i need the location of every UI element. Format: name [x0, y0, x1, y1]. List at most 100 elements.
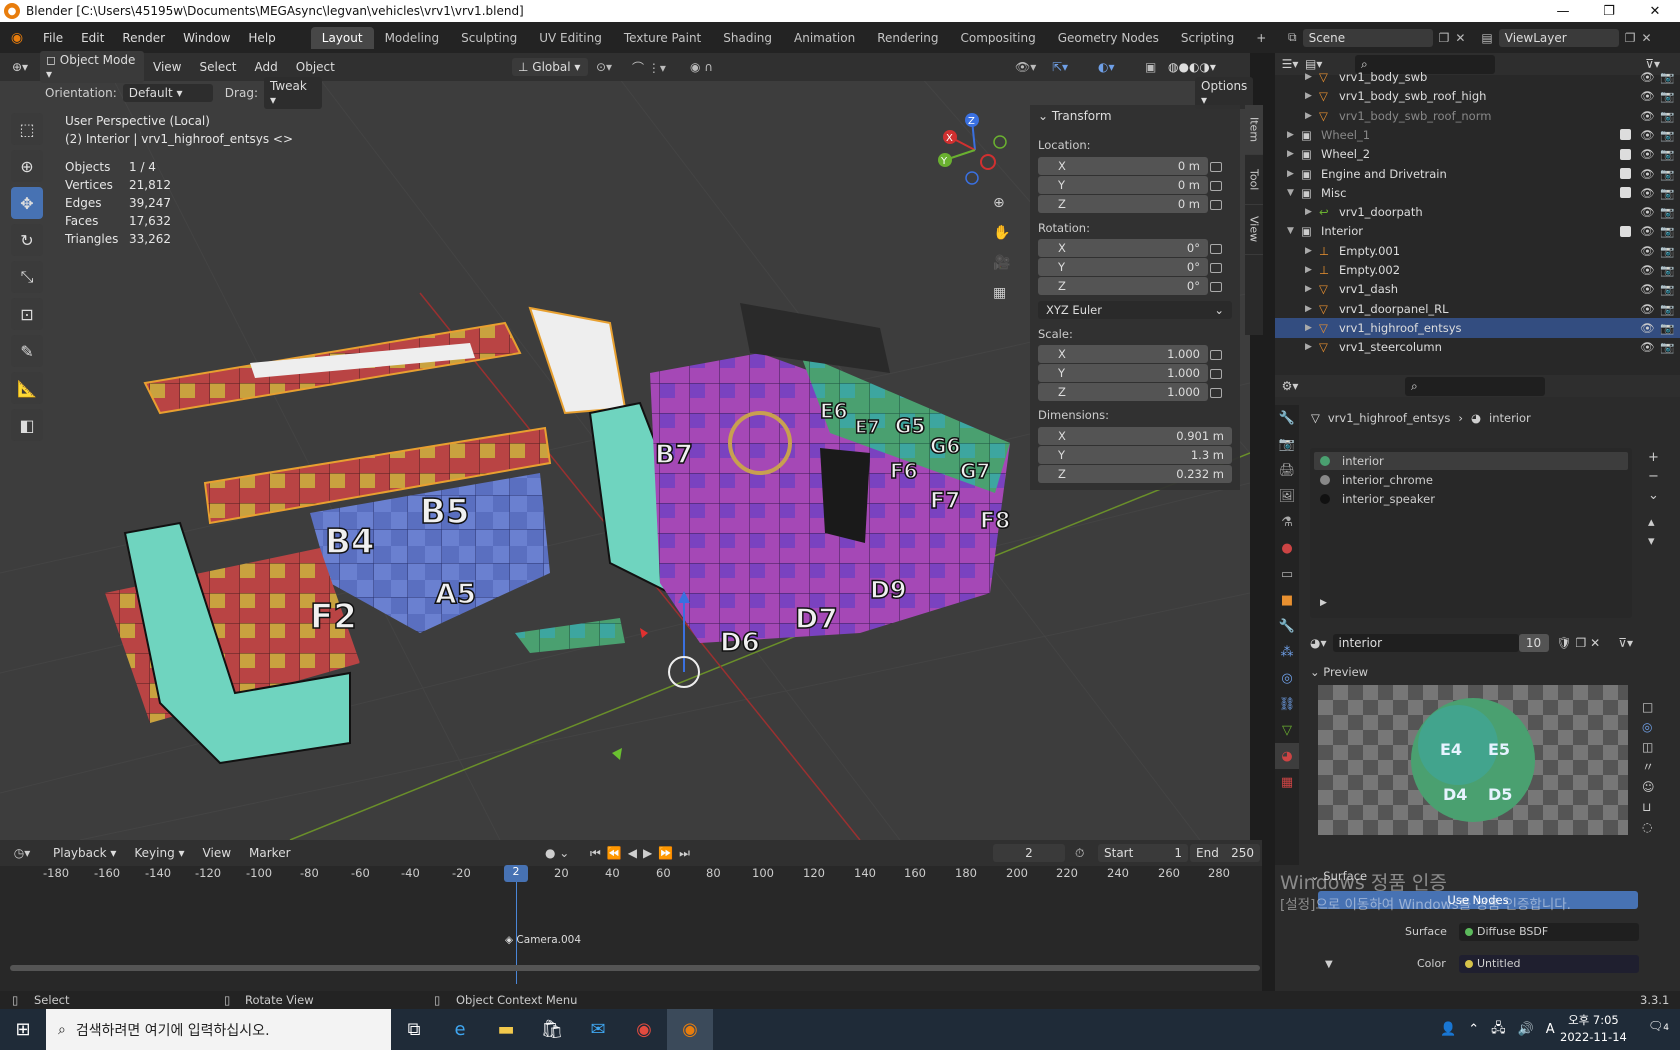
record-icon[interactable]: ● ⌄	[545, 846, 569, 860]
proportional-edit-icon[interactable]: ◉ ∩	[690, 60, 713, 74]
snap-icon[interactable]: ⌒ ⋮▾	[632, 59, 666, 76]
outliner-row[interactable]: ▶ ▣ Wheel_1 👁 📷	[1275, 125, 1680, 145]
collapse-icon[interactable]: ▼	[1325, 959, 1333, 970]
lock-icon[interactable]	[1210, 244, 1222, 254]
outliner-row[interactable]: ▶ ⊥ Empty.001 👁 📷	[1275, 241, 1680, 261]
taskbar-search-input[interactable]: ⌕ 검색하려면 여기에 입력하십시오.	[46, 1009, 391, 1050]
material-tab-icon[interactable]: ◕	[1275, 743, 1299, 769]
eye-icon[interactable]: 👁	[1640, 109, 1655, 123]
navigation-gizmo[interactable]: Z X Y ⊕ ✋ 🎥 ▦	[930, 110, 1030, 300]
collection-tab-icon[interactable]: ▭	[1275, 561, 1299, 587]
preview-fluid-icon[interactable]: ◌	[1642, 817, 1655, 837]
material-browse-icon[interactable]: ◕▾	[1310, 636, 1327, 650]
chrome-icon[interactable]: ◉	[621, 1009, 667, 1050]
move-down-icon[interactable]: ▾	[1648, 532, 1659, 551]
camera-icon[interactable]: 📷	[1660, 89, 1674, 103]
slot-specials-icon[interactable]: ⌄	[1648, 486, 1659, 505]
preview-panel-header[interactable]: ⌄ Preview	[1310, 665, 1680, 679]
add-cube-tool-icon[interactable]: ◧	[11, 409, 43, 441]
material-slot[interactable]: interior_chrome	[1342, 473, 1433, 487]
minimize-button[interactable]: —	[1540, 0, 1586, 22]
visibility-icon[interactable]: 👁▾	[1015, 60, 1036, 74]
chevron-down-icon[interactable]: ▼	[1287, 188, 1301, 198]
preview-cloth-icon[interactable]: ⊔	[1642, 797, 1655, 817]
dimensions-x-field[interactable]: X 0.901 m	[1038, 427, 1232, 445]
surface-shader-field[interactable]: Diffuse BSDF	[1459, 923, 1639, 941]
file-explorer-icon[interactable]: ▬	[483, 1009, 529, 1050]
outliner-row[interactable]: ▶ ▽ vrv1_dash 👁 📷	[1275, 279, 1680, 299]
camera-icon[interactable]: 📷	[1660, 186, 1674, 200]
lock-icon[interactable]	[1210, 282, 1222, 292]
data-tab-icon[interactable]: ▽	[1275, 717, 1299, 743]
outliner-row[interactable]: ▶ ▣ Engine and Drivetrain 👁 📷	[1275, 164, 1680, 184]
outliner-row[interactable]: ▶ ▽ vrv1_steercolumn 👁 📷	[1275, 337, 1680, 357]
scene-copy-icon[interactable]: ❐	[1439, 31, 1450, 45]
preview-monkey-icon[interactable]: ☺	[1642, 777, 1655, 797]
eye-icon[interactable]: 👁	[1640, 70, 1655, 84]
transform-header[interactable]: ⌄ Transform	[1038, 109, 1112, 123]
outliner-row[interactable]: ▶ ⊥ Empty.002 👁 📷	[1275, 260, 1680, 280]
tab-scripting[interactable]: Scripting	[1170, 27, 1245, 49]
annotate-tool-icon[interactable]: ✎	[11, 335, 43, 367]
checkbox-icon[interactable]	[1620, 187, 1631, 199]
camera-icon[interactable]: 📷	[1660, 109, 1674, 123]
scale-y-field[interactable]: Y 1.000	[1038, 364, 1208, 382]
tab-rendering[interactable]: Rendering	[866, 27, 949, 49]
current-frame-field[interactable]: 2	[993, 844, 1065, 862]
location-x-field[interactable]: X 0 m	[1038, 157, 1208, 175]
camera-icon[interactable]: 📷	[1660, 205, 1674, 219]
timeline-editor-icon[interactable]: ◷▾	[0, 846, 44, 860]
move-tool-icon[interactable]: ✥	[11, 187, 43, 219]
viewlayer-icon[interactable]: ▤	[1481, 31, 1492, 45]
checkbox-icon[interactable]	[1620, 148, 1631, 160]
eye-icon[interactable]: 👁	[1640, 205, 1655, 219]
particles-tab-icon[interactable]: ⁂	[1275, 639, 1299, 665]
volume-icon[interactable]: 🔊	[1518, 1022, 1534, 1037]
cursor-tool-icon[interactable]: ⊕	[11, 150, 43, 182]
lock-icon[interactable]	[1210, 369, 1222, 379]
tab-item[interactable]: Item	[1245, 105, 1263, 155]
dimensions-y-field[interactable]: Y 1.3 m	[1038, 446, 1232, 464]
orientation-selector[interactable]: Default ▾	[122, 84, 213, 102]
chevron-right-icon[interactable]: ▶	[1305, 72, 1319, 82]
edge-icon[interactable]: e	[437, 1009, 483, 1050]
select-box-tool-icon[interactable]: ⬚	[11, 113, 43, 145]
notification-icon[interactable]: 🗨4	[1648, 1019, 1669, 1033]
viewlayer-copy-icon[interactable]: ❐	[1625, 31, 1636, 45]
outliner-row[interactable]: ▶ ▽ vrv1_body_swb_roof_high 👁 📷	[1275, 86, 1680, 106]
camera-icon[interactable]: 📷	[1660, 282, 1674, 296]
timeline-scrollbar[interactable]	[10, 965, 1260, 971]
camera-icon[interactable]: 📷	[1660, 263, 1674, 277]
chevron-right-icon[interactable]: ▶	[1305, 265, 1319, 275]
outliner[interactable]: ☰▾ ▤▾ ⌕ ⊽▾ ▶ ▽ vrv1_body_swb 👁 📷 ▶ ▽ vrv1_body_…	[1275, 53, 1680, 375]
eye-icon[interactable]: 👁	[1640, 340, 1655, 354]
chevron-right-icon[interactable]: ▶	[1305, 342, 1319, 352]
camera-icon[interactable]: 📷	[1660, 302, 1674, 316]
location-z-field[interactable]: Z 0 m	[1038, 195, 1208, 213]
tab-animation[interactable]: Animation	[783, 27, 866, 49]
menu-render[interactable]: Render	[113, 31, 174, 45]
outliner-row[interactable]: ▼ ▣ Misc 👁 📷	[1275, 183, 1680, 203]
mail-icon[interactable]: ✉	[575, 1009, 621, 1050]
timeline-menu-keying[interactable]: Keying ▾	[125, 846, 193, 860]
timeline-menu-view[interactable]: View	[194, 846, 240, 860]
menu-edit[interactable]: Edit	[72, 31, 113, 45]
scene-tab-icon[interactable]: ⚗	[1275, 509, 1299, 535]
tab-compositing[interactable]: Compositing	[949, 27, 1046, 49]
outliner-row[interactable]: ▶ ↩ vrv1_doorpath 👁 📷	[1275, 202, 1680, 222]
camera-icon[interactable]: 📷	[1660, 244, 1674, 258]
task-view-icon[interactable]: ⧉	[391, 1009, 437, 1050]
output-tab-icon[interactable]: 🖨	[1275, 457, 1299, 483]
scale-x-field[interactable]: X 1.000	[1038, 345, 1208, 363]
network-icon[interactable]: 🖧	[1491, 1019, 1506, 1041]
preview-hair-icon[interactable]: 〃	[1642, 757, 1655, 777]
rotation-y-field[interactable]: Y 0°	[1038, 258, 1208, 276]
tab-texture-paint[interactable]: Texture Paint	[613, 27, 712, 49]
tab-tool[interactable]: Tool	[1245, 155, 1263, 205]
camera-icon[interactable]: 📷	[1660, 321, 1674, 335]
rotation-mode-selector[interactable]: XYZ Euler ⌄	[1038, 301, 1232, 319]
eye-icon[interactable]: 👁	[1640, 244, 1655, 258]
material-slot[interactable]: interior_speaker	[1342, 492, 1435, 506]
scene-selector[interactable]: Scene	[1302, 28, 1433, 47]
eye-icon[interactable]: 👁	[1640, 186, 1655, 200]
